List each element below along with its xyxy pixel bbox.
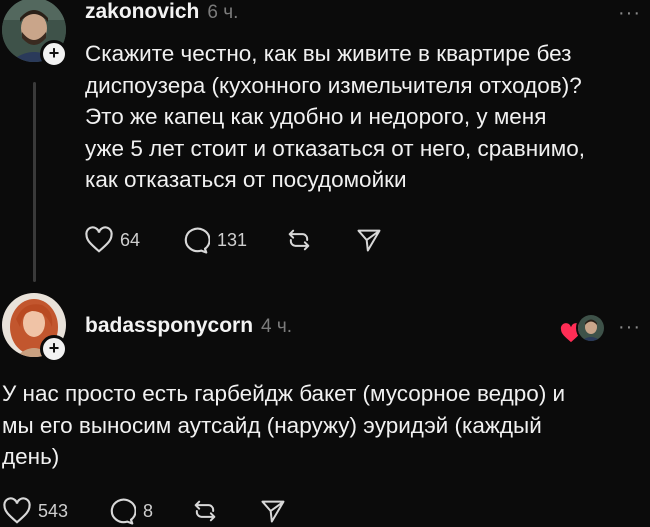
reply-comment-button[interactable]: 8: [106, 497, 153, 525]
speech-bubble-icon: [184, 227, 211, 254]
reply-actions: 543 8: [2, 496, 287, 526]
reply-text-line: мы его выносим аутсайд (наружу) эуридэй …: [2, 412, 542, 438]
more-options-button[interactable]: ···: [618, 2, 641, 25]
reply-like-button[interactable]: 543: [2, 497, 68, 525]
repost-arrows-icon: [288, 229, 310, 251]
reply-header: badassponycorn 4 ч.: [85, 314, 292, 340]
author-mini-avatar: [576, 313, 606, 343]
share-button[interactable]: [355, 226, 383, 254]
post-time: 6 ч.: [207, 2, 239, 23]
post-username[interactable]: zakonovich: [85, 0, 199, 24]
like-count: 64: [120, 229, 141, 250]
reply-username[interactable]: badassponycorn: [85, 314, 253, 338]
comment-button[interactable]: 131: [180, 226, 247, 254]
post-header: zakonovich 6 ч.: [85, 0, 238, 26]
reply-text-line: У нас просто есть гарбейдж бакет (мусорн…: [2, 381, 566, 406]
post-text-line: как отказаться от посудомойки: [85, 167, 407, 192]
reply-comment-count: 8: [143, 500, 154, 521]
post-text-line: Это же капец как удобно и недорого, у ме…: [85, 104, 547, 129]
thread-line: [33, 82, 36, 282]
reply-repost-button[interactable]: [191, 497, 219, 525]
post-text-line: уже 5 лет стоит и отказаться от него, ср…: [85, 135, 585, 161]
like-button[interactable]: 64: [84, 226, 140, 254]
comment-count: 131: [217, 229, 248, 250]
paper-plane-icon: [261, 500, 285, 523]
heart-outline-icon: [85, 226, 113, 253]
post-actions: 64 131: [84, 225, 383, 255]
reply-text-line: день): [2, 444, 60, 469]
paper-plane-icon: [357, 229, 381, 252]
reply-time: 4 ч.: [261, 316, 293, 337]
reply-text: У нас просто есть гарбейдж бакет (мусорн…: [2, 378, 648, 473]
author-liked-badge: [560, 313, 606, 343]
reply-share-button[interactable]: [259, 497, 287, 525]
follow-button[interactable]: +: [40, 40, 68, 68]
reply-follow-button[interactable]: +: [40, 335, 68, 363]
post-text: Скажите честно, как вы живите в квартире…: [85, 38, 650, 196]
repost-button[interactable]: [285, 226, 313, 254]
heart-outline-icon: [3, 497, 31, 524]
post-text-line: диспоузера (кухонного измельчителя отход…: [85, 72, 582, 98]
reply-like-count: 543: [38, 500, 69, 521]
repost-arrows-icon: [194, 500, 216, 522]
reply-more-options-button[interactable]: ···: [618, 316, 641, 339]
post-text-line: Скажите честно, как вы живите в квартире…: [85, 41, 572, 66]
speech-bubble-icon: [110, 498, 137, 525]
